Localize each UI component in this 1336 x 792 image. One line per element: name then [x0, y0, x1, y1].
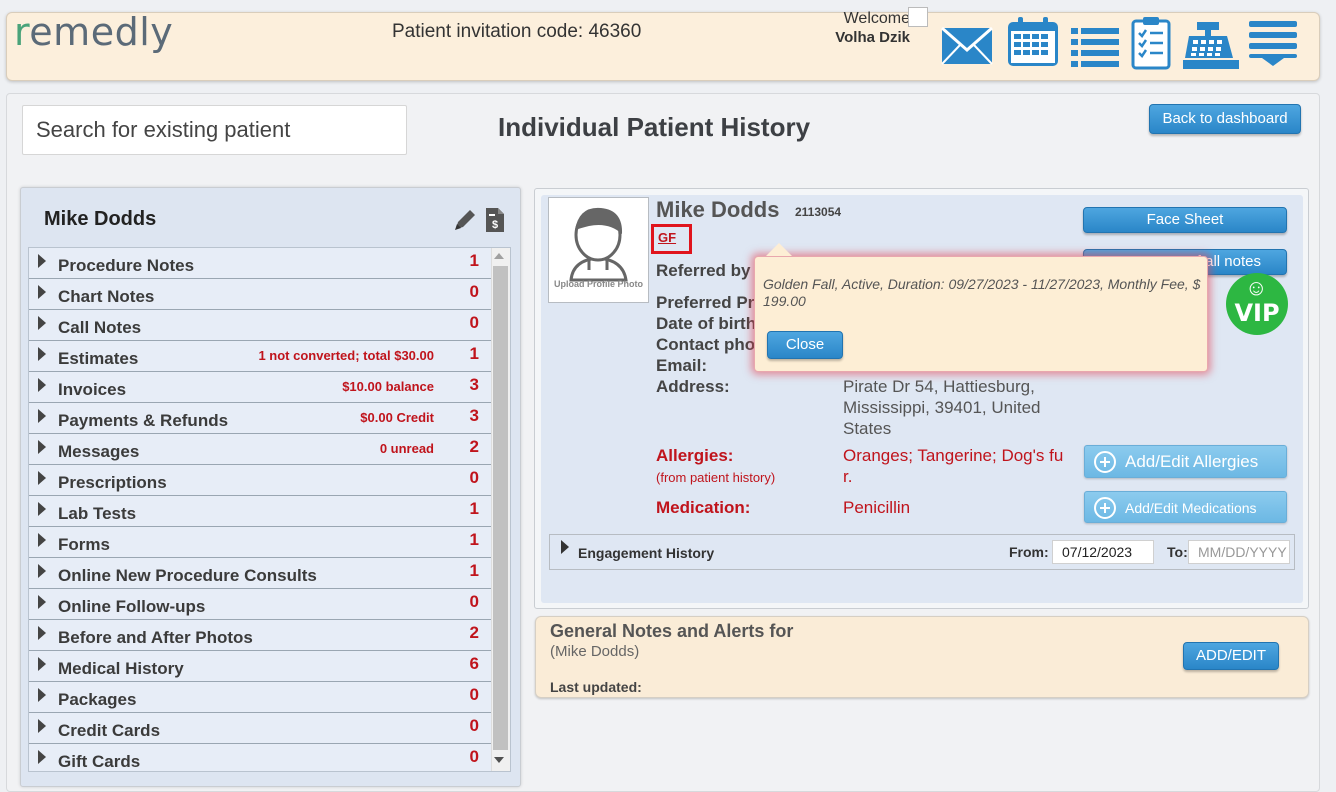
list-item-forms[interactable]: Forms 1	[29, 527, 492, 558]
menu-icon[interactable]	[1248, 20, 1298, 66]
last-updated-label: Last updated:	[550, 679, 642, 695]
medication-label: Medication:	[656, 498, 751, 517]
vip-text: VIP	[1234, 299, 1280, 327]
list-item-before-after-photos[interactable]: Before and After Photos 2	[29, 620, 492, 651]
from-date-input[interactable]	[1052, 540, 1154, 564]
mail-icon[interactable]	[940, 24, 994, 68]
referred-by-label: Referred by	[656, 261, 751, 280]
expand-triangle-icon	[38, 409, 46, 423]
expand-triangle-icon	[38, 626, 46, 640]
billing-document-icon[interactable]: $	[484, 206, 506, 234]
list-item-call-notes[interactable]: Call Notes 0	[29, 310, 492, 341]
from-date-label: From:	[1009, 544, 1049, 560]
plus-circle-icon	[1094, 451, 1116, 473]
add-edit-medications-button[interactable]: Add/Edit Medications	[1084, 491, 1287, 523]
add-edit-allergies-button[interactable]: Add/Edit Allergies	[1084, 445, 1287, 478]
expand-triangle-icon	[38, 533, 46, 547]
membership-details-text: Golden Fall, Active, Duration: 09/27/202…	[763, 276, 1201, 309]
user-name: Volha Dzik	[835, 29, 910, 46]
list-item-online-new-procedure-consults[interactable]: Online New Procedure Consults 1	[29, 558, 492, 589]
contact-phone-label: Contact pho	[656, 335, 756, 354]
scroll-down-arrow-icon[interactable]	[494, 757, 504, 763]
expand-triangle-icon	[38, 440, 46, 454]
list-item-packages[interactable]: Packages 0	[29, 682, 492, 713]
to-date-label: To:	[1167, 544, 1188, 560]
user-avatar-broken-image	[908, 7, 928, 27]
expand-triangle-icon	[38, 719, 46, 733]
list-item-messages[interactable]: Messages 0 unread 2	[29, 434, 492, 465]
allergies-label: Allergies:	[656, 446, 734, 465]
scrollbar-thumb[interactable]	[493, 266, 508, 750]
list-item-credit-cards[interactable]: Credit Cards 0	[29, 713, 492, 744]
top-header	[6, 12, 1320, 81]
welcome-block: Welcome Volha Dzik	[790, 9, 910, 47]
general-notes-title: General Notes and Alerts for	[550, 621, 794, 641]
general-notes-patient: (Mike Dodds)	[550, 643, 640, 660]
email-label: Email:	[656, 356, 708, 375]
back-to-dashboard-button[interactable]: Back to dashboard	[1149, 104, 1301, 134]
list-item-chart-notes[interactable]: Chart Notes 0	[29, 279, 492, 310]
plus-circle-icon	[1094, 497, 1116, 519]
expand-triangle-icon	[38, 502, 46, 516]
membership-code-link[interactable]: GF	[658, 230, 676, 245]
patient-name: Mike Dodds	[656, 197, 780, 222]
scroll-up-arrow-icon[interactable]	[494, 253, 504, 259]
engagement-history-label[interactable]: Engagement History	[578, 545, 714, 561]
page-title: Individual Patient History	[498, 112, 811, 142]
expand-triangle-icon	[38, 347, 46, 361]
remedly-logo[interactable]: remedly	[14, 10, 173, 54]
list-item-estimates[interactable]: Estimates 1 not converted; total $30.00 1	[29, 341, 492, 372]
left-panel-patient-name: Mike Dodds	[44, 208, 157, 230]
list-item-medical-history[interactable]: Medical History 6	[29, 651, 492, 682]
address-line-1: Pirate Dr 54, Hattiesburg,	[843, 377, 1035, 396]
address-label: Address:	[656, 377, 730, 396]
expand-triangle-icon	[38, 254, 46, 268]
face-sheet-button[interactable]: Face Sheet	[1083, 207, 1287, 233]
checklist-icon[interactable]	[1131, 16, 1171, 70]
expand-triangle-icon	[38, 564, 46, 578]
date-of-birth-label: Date of birth	[656, 314, 757, 333]
expand-triangle-icon	[38, 285, 46, 299]
invitation-code: Patient invitation code: 46360	[392, 21, 642, 42]
search-patient-input[interactable]	[22, 105, 407, 155]
list-item-online-follow-ups[interactable]: Online Follow-ups 0	[29, 589, 492, 620]
list-item-gift-cards[interactable]: Gift Cards 0	[29, 744, 492, 771]
expand-triangle-icon	[38, 657, 46, 671]
allergies-line-1: Oranges; Tangerine; Dog's fu	[843, 446, 1064, 465]
list-icon[interactable]	[1070, 26, 1120, 68]
pencil-icon[interactable]	[452, 207, 478, 233]
medication-value: Penicillin	[843, 498, 911, 517]
upload-photo-label[interactable]: Upload Profile Photo	[548, 279, 649, 290]
welcome-text: Welcome	[843, 10, 910, 27]
add-edit-notes-button[interactable]: ADD/EDIT	[1183, 642, 1279, 670]
sections-list: Procedure Notes 1 Chart Notes 0 Call Notes…	[28, 247, 511, 772]
calendar-icon[interactable]	[1006, 16, 1060, 68]
list-item-payments-refunds[interactable]: Payments & Refunds $0.00 Credit 3	[29, 403, 492, 434]
expand-triangle-icon	[38, 750, 46, 764]
to-date-input[interactable]	[1188, 540, 1290, 564]
allergies-line-2: r.	[843, 467, 853, 486]
expand-triangle-icon	[38, 316, 46, 330]
vip-badge: ☺ VIP	[1226, 273, 1288, 335]
list-item-lab-tests[interactable]: Lab Tests 1	[29, 496, 492, 527]
popup-arrow	[766, 243, 792, 256]
expand-triangle-icon	[38, 688, 46, 702]
close-popup-button[interactable]: Close	[767, 331, 843, 359]
expand-triangle-icon	[38, 378, 46, 392]
patient-id: 2113054	[795, 205, 842, 219]
expand-triangle-icon	[38, 471, 46, 485]
expand-triangle-icon[interactable]	[561, 540, 569, 554]
svg-text:$: $	[492, 219, 498, 231]
list-item-invoices[interactable]: Invoices $10.00 balance 3	[29, 372, 492, 403]
preferred-provider-label: Preferred Pr	[656, 293, 755, 312]
address-line-3: States	[843, 419, 892, 438]
allergies-source-label: (from patient history)	[656, 470, 776, 485]
cash-register-icon[interactable]	[1183, 20, 1239, 70]
list-item-procedure-notes[interactable]: Procedure Notes 1	[29, 248, 492, 279]
expand-triangle-icon	[38, 595, 46, 609]
smiley-icon: ☺	[1245, 275, 1268, 300]
list-item-prescriptions[interactable]: Prescriptions 0	[29, 465, 492, 496]
address-line-2: Mississippi, 39401, United	[843, 398, 1041, 417]
